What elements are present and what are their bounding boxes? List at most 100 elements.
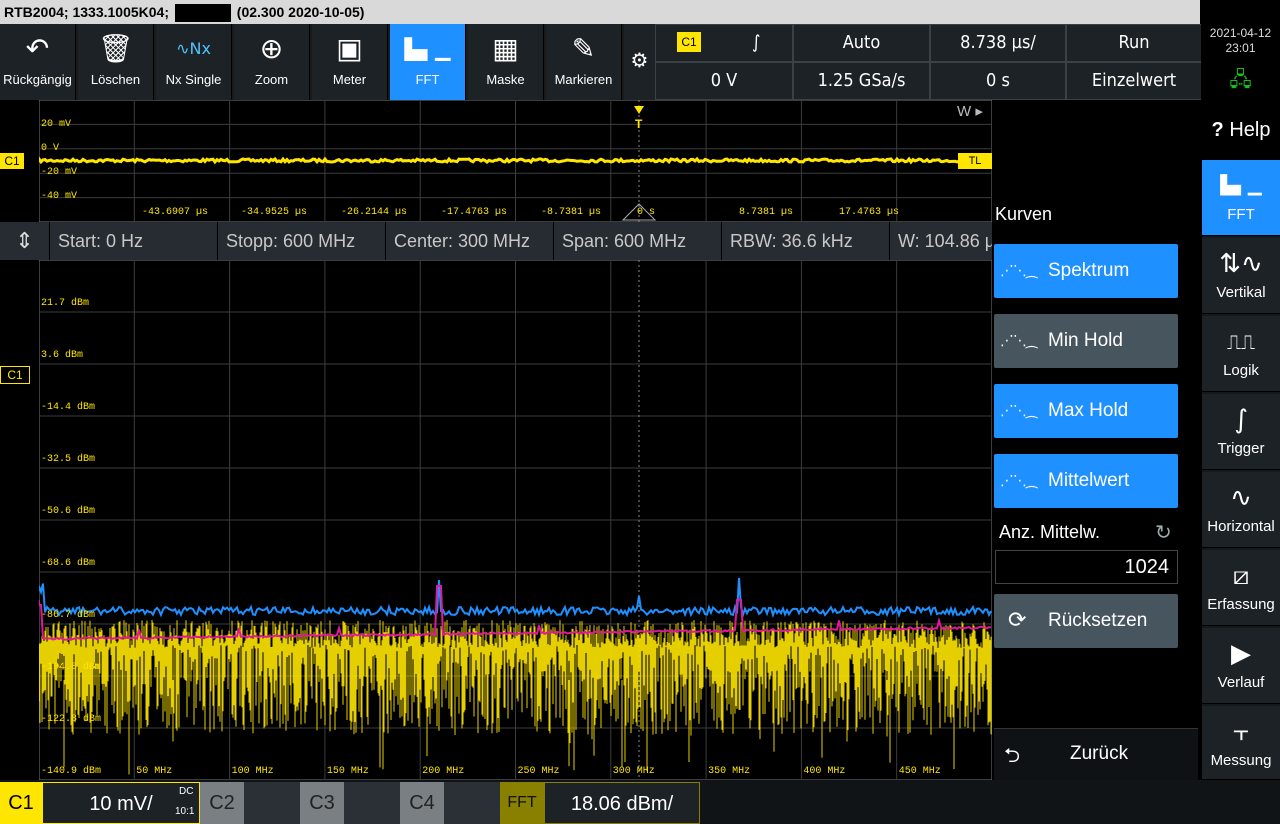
sidebar-item-messung[interactable]: ⫟ Messung xyxy=(1202,706,1280,780)
c4-channel-button[interactable]: C4 xyxy=(400,782,444,824)
marker-button[interactable]: ✎ Markieren xyxy=(546,24,622,100)
back-arrow-icon: ⮌ xyxy=(1004,745,1021,767)
acquisition-icon: ⧄ xyxy=(1232,561,1250,591)
c1-offset-marker[interactable]: C1 xyxy=(0,153,24,169)
trigger-icon: ∫ xyxy=(1234,405,1248,435)
min-hold-button[interactable]: ⋰⋱⁔ Min Hold xyxy=(994,314,1178,368)
meter-label: Meter xyxy=(332,72,367,87)
sidebar-item-label: Trigger xyxy=(1217,440,1265,457)
mask-label: Maske xyxy=(486,72,525,87)
max-hold-label: Max Hold xyxy=(1048,400,1129,421)
max-hold-icon: ⋰⋱⁔ xyxy=(1000,403,1037,419)
average-count-label: Anz. Mittelw. xyxy=(999,522,1101,542)
fft-label: FFT xyxy=(415,72,440,87)
sidebar-item-horizontal[interactable]: ∿ Horizontal xyxy=(1202,472,1280,548)
trigger-source-badge[interactable]: C1 xyxy=(677,32,701,52)
fft-button[interactable]: ▙▖▁ FFT xyxy=(390,24,466,100)
average-icon: ⋰⋱⁔ xyxy=(1000,473,1037,489)
fft-stop[interactable]: Stopp: 600 MHz xyxy=(218,222,386,260)
x-axis-label: 0 s xyxy=(637,207,655,218)
sidebar-item-fft[interactable]: ▙▖▁ FFT xyxy=(1202,160,1280,236)
nx-single-button[interactable]: ∿Nx Nx Single xyxy=(156,24,232,100)
mittelwert-button[interactable]: ⋰⋱⁔ Mittelwert xyxy=(994,454,1178,508)
fft-channel-button[interactable]: FFT xyxy=(500,782,544,824)
redacted-serial xyxy=(174,4,231,23)
c4-scale[interactable] xyxy=(444,782,500,824)
time-domain-display[interactable]: 20 mV 0 V -20 mV -40 mV -43.6907 µs -34.9525 … xyxy=(39,100,992,222)
time-offset[interactable]: 0 s xyxy=(930,62,1066,100)
fft-scale[interactable]: 18.06 dBm/ xyxy=(544,782,700,824)
sidebar-item-label: Vertikal xyxy=(1216,284,1266,301)
run-state[interactable]: Run xyxy=(1066,24,1202,62)
x-axis-label: 8.7381 µs xyxy=(739,207,793,218)
mask-button[interactable]: ▦ Maske xyxy=(468,24,544,100)
help-icon: ? xyxy=(1211,119,1224,141)
refresh-icon[interactable]: ↻ xyxy=(1155,520,1172,544)
x-axis-label: -26.2144 µs xyxy=(341,207,407,218)
window-marker-label: W xyxy=(957,103,972,120)
trigger-source-cell[interactable]: ∫ xyxy=(655,24,793,62)
network-icon: 🖧 xyxy=(1229,67,1252,91)
settings-button[interactable]: ⚙ xyxy=(624,24,655,100)
undo-button[interactable]: ↶ Rückgängig xyxy=(0,24,76,100)
help-label: Help xyxy=(1229,119,1271,141)
y-axis-label: -32.5 dBm xyxy=(41,453,95,465)
x-axis-label: 200 MHz xyxy=(422,766,464,777)
c1-channel-button[interactable]: C1 xyxy=(0,782,42,824)
undo-label: Rückgängig xyxy=(3,72,72,87)
undo-icon: ↶ xyxy=(25,32,50,65)
fft-window[interactable]: W: 104.86 µs xyxy=(890,222,992,260)
meter-button[interactable]: ▣ Meter xyxy=(312,24,388,100)
sidebar-item-trigger[interactable]: ∫ Trigger xyxy=(1202,394,1280,470)
fft-rbw[interactable]: RBW: 36.6 kHz xyxy=(722,222,890,260)
zoom-button[interactable]: ⊕ Zoom xyxy=(234,24,310,100)
c2-channel-button[interactable]: C2 xyxy=(200,782,244,824)
sample-rate: 1.25 GSa/s xyxy=(793,62,930,100)
trigger-mode[interactable]: Auto xyxy=(793,24,930,62)
sidebar-item-label: Horizontal xyxy=(1207,518,1275,535)
x-axis-label: -8.7381 µs xyxy=(541,207,601,218)
datetime: 2021-04-12 23:01 🖧 xyxy=(1201,24,1280,100)
acquisition-mode[interactable]: Einzelwert xyxy=(1066,62,1202,100)
trigger-level[interactable]: 0 V xyxy=(655,62,793,100)
y-axis-label: -86.7 dBm xyxy=(41,609,95,621)
help-button[interactable]: ? Help xyxy=(1202,100,1280,160)
x-axis-label: -43.6907 µs xyxy=(142,207,208,218)
fft-start[interactable]: Start: 0 Hz xyxy=(50,222,218,260)
horizontal-icon: ∿ xyxy=(1230,483,1252,513)
scroll-arrows-icon[interactable]: ⇕ xyxy=(0,222,50,260)
c2-scale[interactable] xyxy=(244,782,300,824)
x-axis-label: 350 MHz xyxy=(708,766,750,777)
fft-display[interactable]: 21.7 dBm 3.6 dBm -14.4 dBm -32.5 dBm -50.6 d… xyxy=(39,260,992,780)
x-axis-label: 150 MHz xyxy=(327,766,369,777)
sidebar-item-logik[interactable]: ⎍⎍ Logik xyxy=(1202,316,1280,392)
trigger-level-marker[interactable]: TL xyxy=(958,153,992,169)
trigger-marker-label: T xyxy=(635,117,643,131)
reset-icon: ⟳ xyxy=(1008,608,1027,633)
fft-c1-marker[interactable]: C1 xyxy=(0,366,30,384)
delete-button[interactable]: 🗑 Löschen xyxy=(78,24,154,100)
average-count-field[interactable]: 1024 xyxy=(995,550,1178,584)
x-axis-label: -34.9525 µs xyxy=(241,207,307,218)
max-hold-button[interactable]: ⋰⋱⁔ Max Hold xyxy=(994,384,1178,438)
sidebar-item-erfassung[interactable]: ⧄ Erfassung xyxy=(1202,550,1280,626)
fft-span[interactable]: Span: 600 MHz xyxy=(554,222,722,260)
device-model: RTB2004; 1333.1005K04; xyxy=(4,4,169,20)
reset-button[interactable]: ⟳ Rücksetzen xyxy=(994,594,1178,648)
c3-scale[interactable] xyxy=(344,782,400,824)
fft-icon: ▙▖▁ xyxy=(1220,175,1262,196)
spektrum-button[interactable]: ⋰⋱⁔ Spektrum xyxy=(994,244,1178,298)
timebase-scale[interactable]: 8.738 µs/ xyxy=(930,24,1066,62)
back-button[interactable]: ⮌ Zurück xyxy=(994,728,1198,780)
sidebar-item-vertikal[interactable]: ⇅∿ Vertikal xyxy=(1202,238,1280,314)
fft-center[interactable]: Center: 300 MHz xyxy=(386,222,554,260)
c3-channel-button[interactable]: C3 xyxy=(300,782,344,824)
y-axis-label: 21.7 dBm xyxy=(41,297,89,309)
logic-icon: ⎍⎍ xyxy=(1227,330,1255,354)
marker-icon: ✎ xyxy=(571,32,596,65)
play-icon: ▶ xyxy=(1231,639,1251,669)
y-axis-label: -14.4 dBm xyxy=(41,401,95,413)
sidebar-item-verlauf[interactable]: ▶ Verlauf xyxy=(1202,628,1280,704)
c1-scale[interactable]: 10 mV/ DC 10:1 xyxy=(42,782,200,824)
y-axis-label: -68.6 dBm xyxy=(41,557,95,569)
